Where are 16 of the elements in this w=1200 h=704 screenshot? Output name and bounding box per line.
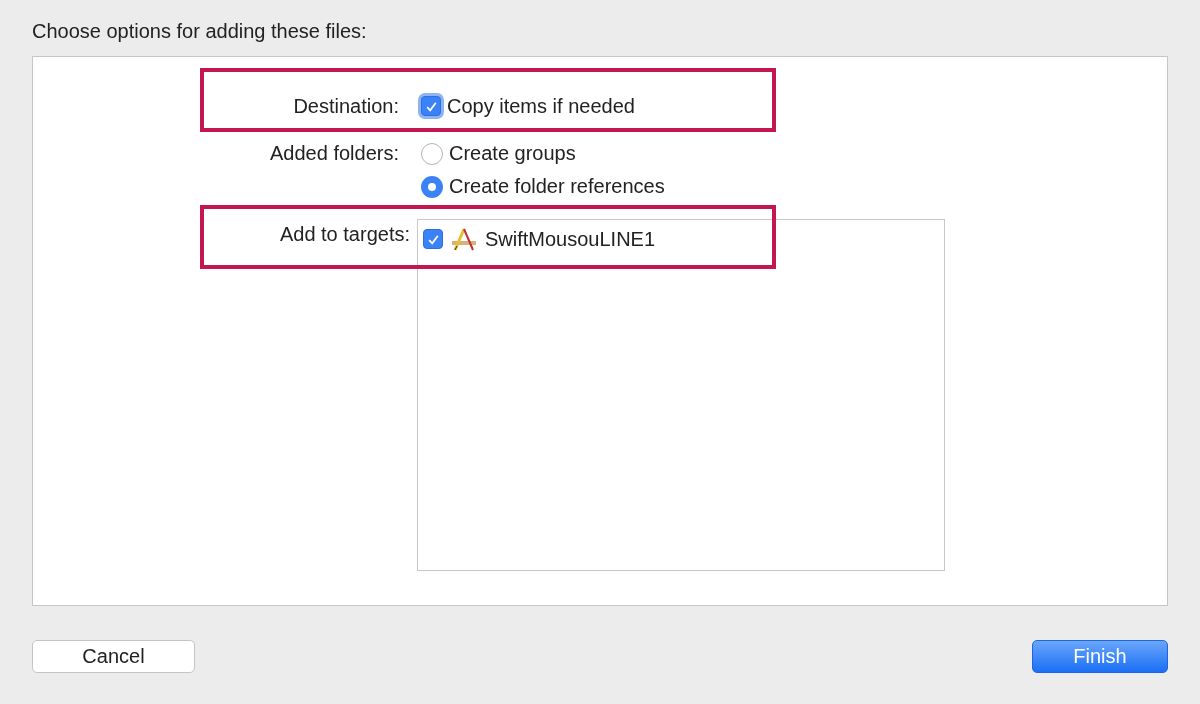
- radio-button[interactable]: [421, 175, 443, 198]
- checkbox[interactable]: [421, 96, 441, 116]
- radio-label[interactable]: Create folder references: [449, 175, 665, 198]
- target-name: SwiftMousouLINE1: [485, 227, 656, 251]
- checkbox[interactable]: [423, 229, 443, 249]
- checkbox-label[interactable]: Copy items if needed: [447, 94, 635, 118]
- app-tools-icon: [451, 226, 477, 252]
- field-label: Destination:: [292, 94, 400, 118]
- radio-button[interactable]: [421, 142, 443, 165]
- radio-label[interactable]: Create groups: [449, 142, 576, 165]
- field-label: Added folders:: [269, 142, 400, 165]
- field-label: Add to targets:: [278, 223, 411, 246]
- checkmark-icon: [424, 99, 438, 113]
- cancel-button[interactable]: Cancel: [32, 640, 195, 673]
- checkmark-icon: [426, 232, 440, 246]
- dialog-heading: Choose options for adding these files:: [32, 19, 368, 44]
